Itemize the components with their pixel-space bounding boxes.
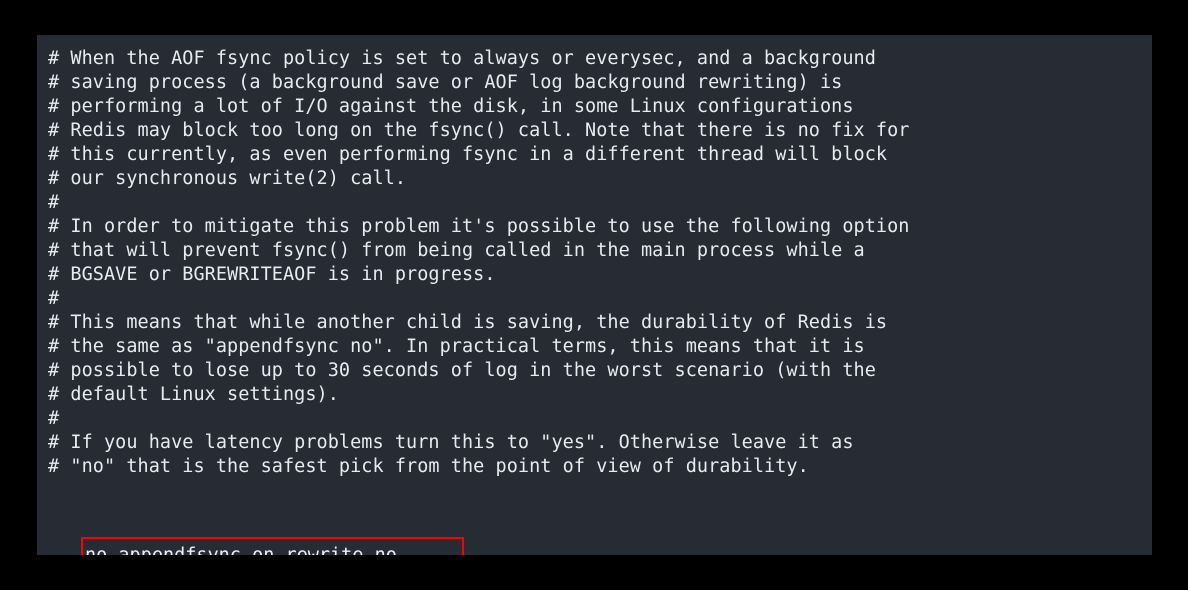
config-comment-line: # this currently, as even performing fsy… bbox=[48, 144, 888, 165]
terminal-panel[interactable]: # When the AOF fsync policy is set to al… bbox=[37, 35, 1152, 555]
config-comment-line: # This means that while another child is… bbox=[48, 312, 888, 333]
config-comment-line: # bbox=[48, 192, 60, 213]
config-comment-line: # saving process (a background save or A… bbox=[48, 72, 843, 93]
config-comment-line: # performing a lot of I/O against the di… bbox=[48, 96, 854, 117]
config-comment-line: # that will prevent fsync() from being c… bbox=[48, 240, 865, 261]
config-comment-line: # our synchronous write(2) call. bbox=[48, 168, 407, 189]
config-comment-line: # When the AOF fsync policy is set to al… bbox=[48, 48, 876, 69]
config-comment-line: # bbox=[48, 408, 60, 429]
config-directive-no-appendfsync-on-rewrite[interactable]: no-appendfsync-on-rewrite no bbox=[85, 542, 397, 555]
config-comment-line: # the same as "appendfsync no". In pract… bbox=[48, 336, 865, 357]
config-comment-line: # Redis may block too long on the fsync(… bbox=[48, 120, 910, 141]
config-file-text: # When the AOF fsync policy is set to al… bbox=[48, 47, 1152, 555]
config-comment-line: # default Linux settings). bbox=[48, 384, 339, 405]
config-comment-line: # In order to mitigate this problem it's… bbox=[48, 216, 910, 237]
screenshot-root: # When the AOF fsync policy is set to al… bbox=[0, 0, 1188, 590]
config-comment-line: # bbox=[48, 288, 60, 309]
config-comment-line: # BGSAVE or BGREWRITEAOF is in progress. bbox=[48, 264, 496, 285]
config-comment-line: # possible to lose up to 30 seconds of l… bbox=[48, 360, 876, 381]
config-comment-line: # If you have latency problems turn this… bbox=[48, 432, 854, 453]
config-blank-line bbox=[48, 479, 1152, 503]
config-comment-line: # "no" that is the safest pick from the … bbox=[48, 456, 809, 477]
